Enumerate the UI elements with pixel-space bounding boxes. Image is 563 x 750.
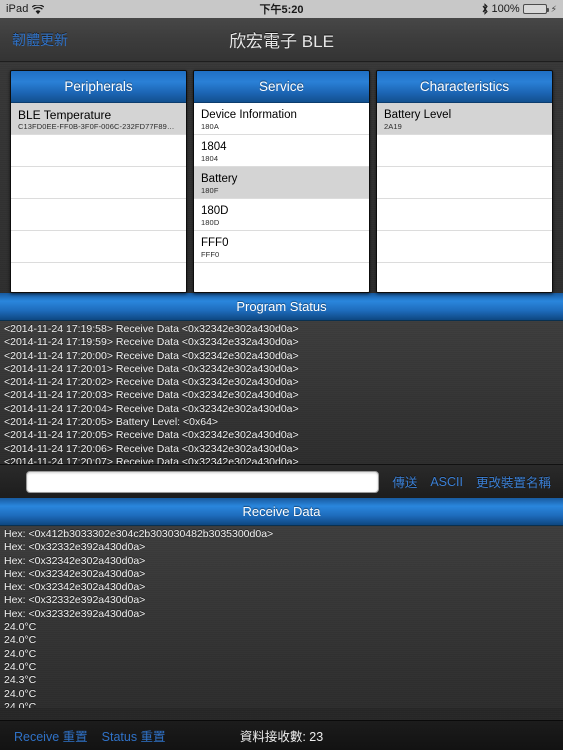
receive-data-line: Hex: <0x32332e392a430d0a>: [4, 594, 146, 607]
panel-peripherals: Peripherals BLE Temperature C13FD0EE-FF0B…: [10, 70, 187, 293]
receive-data-line: Hex: <0x32332e392a430d0a>: [4, 541, 146, 554]
panel-header-characteristics: Characteristics: [377, 71, 552, 103]
program-status-line: <2014-11-24 17:20:00> Receive Data <0x32…: [4, 349, 299, 362]
program-status-line: <2014-11-24 17:20:06> Receive Data <0x32…: [4, 442, 299, 455]
list-item-empty: [377, 167, 552, 199]
list-item[interactable]: Battery 180F: [194, 167, 369, 199]
status-reset-button[interactable]: Status 重置: [102, 726, 166, 745]
program-status-line: <2014-11-24 17:20:07> Receive Data <0x32…: [4, 455, 299, 464]
list-item-uuid: FFF0: [201, 249, 220, 259]
list-item-uuid: 180F: [201, 185, 219, 195]
receive-data-line: 24.0°C: [4, 621, 37, 634]
list-item-empty: [377, 199, 552, 231]
list-item-empty: [194, 263, 369, 292]
receive-reset-button[interactable]: Receive 重置: [14, 726, 88, 745]
list-item-title: Device Information: [201, 108, 297, 121]
list-item-empty: [11, 167, 186, 199]
carrier-label: iPad: [6, 3, 29, 15]
list-item-title: BLE Temperature: [18, 108, 112, 122]
panel-header-service: Service: [194, 71, 369, 103]
panel-service: Service Device Information 180A 1804 1804 Ba…: [193, 70, 370, 293]
program-status-line: <2014-11-24 17:20:01> Receive Data <0x32…: [4, 362, 299, 375]
wifi-icon: [32, 4, 45, 15]
send-input[interactable]: [26, 470, 380, 493]
list-item-empty: [11, 135, 186, 167]
list-item-uuid: 180A: [201, 121, 219, 131]
change-device-name-button[interactable]: 更改裝置名稱: [476, 472, 551, 491]
panels-container: Peripherals BLE Temperature C13FD0EE-FF0B…: [0, 62, 563, 293]
status-bar-clock: 下午5:20: [259, 4, 304, 16]
ascii-toggle-button[interactable]: ASCII: [430, 475, 463, 489]
page-title: 欣宏電子 BLE: [229, 32, 334, 51]
receive-data-line: Hex: <0x32332e392a430d0a>: [4, 607, 146, 620]
list-item-uuid: 180D: [201, 217, 220, 227]
list-item-uuid: 1804: [201, 153, 219, 163]
program-status-line: <2014-11-24 17:20:04> Receive Data <0x32…: [4, 402, 299, 415]
service-list[interactable]: Device Information 180A 1804 1804 Battery 180…: [194, 103, 369, 292]
firmware-update-button[interactable]: 韌體更新: [12, 30, 68, 50]
list-item[interactable]: FFF0 FFF0: [194, 231, 369, 263]
list-item-title: Battery Level: [384, 108, 452, 121]
app-root: iPad 下午5:20 100% ⚡ 韌體更新 欣宏電子 BLE Periphe…: [0, 0, 563, 750]
list-item-empty: [377, 135, 552, 167]
program-status-line: <2014-11-24 17:19:58> Receive Data <0x32…: [4, 323, 299, 335]
list-item-empty: [11, 263, 186, 292]
navigation-bar: 韌體更新 欣宏電子 BLE: [0, 18, 563, 62]
list-item-empty: [11, 231, 186, 263]
program-status-line: <2014-11-24 17:20:05> Battery Level: <0x…: [4, 416, 219, 429]
receive-data-line: 24.0°C: [4, 634, 37, 647]
receive-data-line: Hex: <0x32342e302a430d0a>: [4, 581, 146, 594]
receive-data-line: Hex: <0x32342e302a430d0a>: [4, 554, 146, 567]
ios-status-bar: iPad 下午5:20 100% ⚡: [0, 0, 563, 18]
receive-data-line: 24.0°C: [4, 647, 37, 660]
panel-header-peripherals: Peripherals: [11, 71, 186, 103]
program-status-log[interactable]: <2014-11-24 17:19:58> Receive Data <0x32…: [0, 321, 563, 464]
list-item-uuid: C13FD0EE-FF0B-3F0F-006C-232FD77F89…: [18, 121, 175, 131]
program-status-header: Program Status: [0, 293, 563, 321]
receive-data-line: 24.0°C: [4, 687, 37, 700]
bottom-toolbar: Receive 重置 Status 重置 資料接收數: 23: [0, 720, 563, 750]
list-item[interactable]: BLE Temperature C13FD0EE-FF0B-3F0F-006C-2…: [11, 103, 186, 135]
list-item-uuid: 2A19: [384, 121, 402, 131]
receive-data-header: Receive Data: [0, 498, 563, 526]
battery-charging-icon: [522, 4, 549, 14]
peripherals-list[interactable]: BLE Temperature C13FD0EE-FF0B-3F0F-006C-2…: [11, 103, 186, 292]
list-item-empty: [11, 199, 186, 231]
receive-data-line: 24.3°C: [4, 674, 37, 687]
charging-bolt-icon: ⚡: [550, 3, 557, 14]
panel-characteristics: Characteristics Battery Level 2A19: [376, 70, 553, 293]
program-status-line: <2014-11-24 17:20:03> Receive Data <0x32…: [4, 389, 299, 402]
list-item-empty: [377, 231, 552, 263]
status-bar-left: iPad: [6, 3, 45, 15]
list-item-empty: [377, 263, 552, 292]
program-status-line: <2014-11-24 17:20:02> Receive Data <0x32…: [4, 376, 299, 389]
list-item[interactable]: 1804 1804: [194, 135, 369, 167]
list-item-title: Battery: [201, 172, 238, 185]
list-item-title: 180D: [201, 204, 229, 217]
send-input-bar: 傳送 ASCII 更改裝置名稱: [0, 464, 563, 498]
battery-percent-label: 100%: [491, 3, 520, 15]
status-bar-right: 100% ⚡: [481, 3, 557, 15]
send-button[interactable]: 傳送: [392, 472, 417, 491]
list-item[interactable]: 180D 180D: [194, 199, 369, 231]
receive-data-line: 24.0°C: [4, 660, 37, 673]
characteristics-list[interactable]: Battery Level 2A19: [377, 103, 552, 292]
program-status-line: <2014-11-24 17:20:05> Receive Data <0x32…: [4, 429, 299, 442]
list-item-title: 1804: [201, 140, 227, 153]
program-status-line: <2014-11-24 17:19:59> Receive Data <0x32…: [4, 336, 299, 349]
receive-data-line: 24.0°C: [4, 700, 37, 708]
receive-data-line: Hex: <0x412b3033302e304c2b303030482b3035…: [4, 528, 274, 540]
bluetooth-icon: [481, 3, 489, 15]
list-item[interactable]: Device Information 180A: [194, 103, 369, 135]
receive-data-line: Hex: <0x32342e302a430d0a>: [4, 567, 146, 580]
list-item[interactable]: Battery Level 2A19: [377, 103, 552, 135]
list-item-title: FFF0: [201, 236, 229, 249]
receive-data-log[interactable]: Hex: <0x412b3033302e304c2b303030482b3035…: [0, 526, 563, 708]
